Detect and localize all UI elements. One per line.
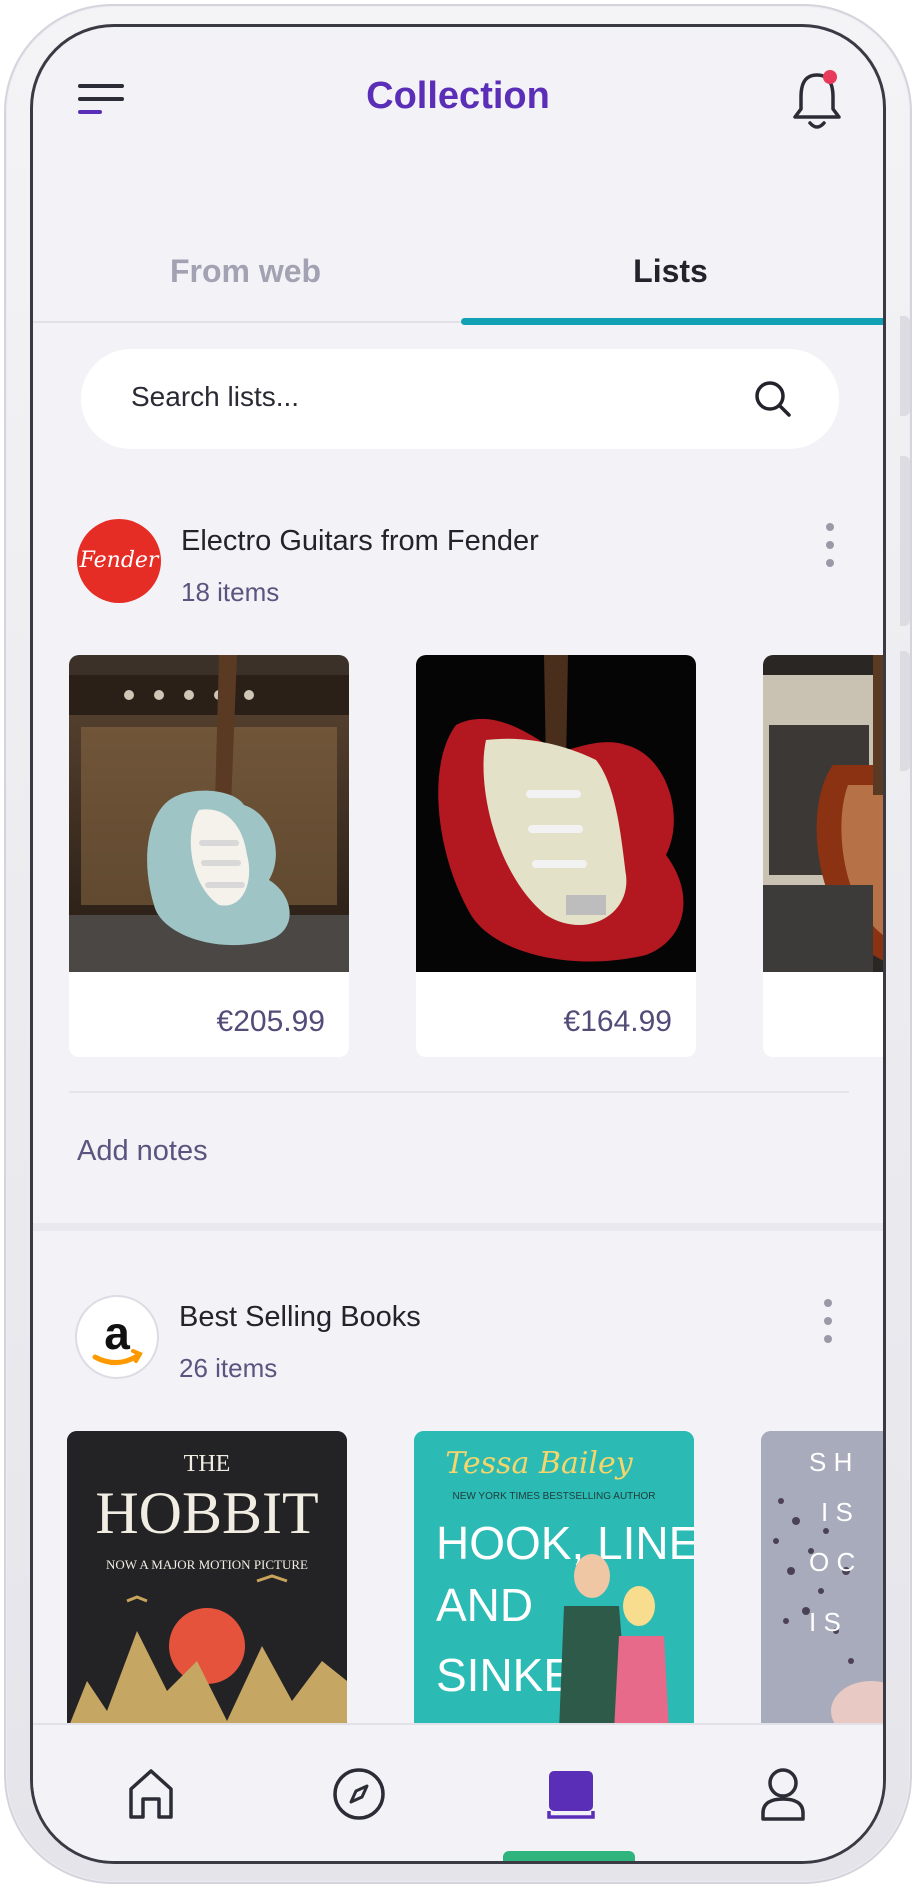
divider	[69, 1091, 849, 1093]
guitar-image	[416, 655, 696, 972]
book-card[interactable]: S H I S O C I S	[761, 1431, 883, 1731]
search-input[interactable]: Search lists...	[131, 381, 299, 413]
volume-up-button	[900, 316, 910, 416]
active-tab-indicator	[461, 318, 883, 325]
page-title: Collection	[366, 75, 550, 117]
guitar-image	[763, 655, 883, 972]
product-price: €205.99	[216, 1005, 325, 1038]
list-header-fender[interactable]: Fender Electro Guitars from Fender 18 it…	[33, 519, 883, 619]
book-card[interactable]: THE HOBBIT NOW A MAJOR MOTION PICTURE	[67, 1431, 347, 1731]
svg-text:HOOK, LINE,: HOOK, LINE,	[436, 1517, 694, 1569]
svg-text:HOBBIT: HOBBIT	[95, 1480, 318, 1546]
list-title[interactable]: Best Selling Books	[179, 1301, 421, 1334]
svg-text:THE: THE	[184, 1451, 231, 1477]
guitar-image	[69, 655, 349, 972]
more-options-icon[interactable]	[821, 1299, 835, 1345]
compass-icon[interactable]	[331, 1765, 387, 1823]
book-cover-image: THE HOBBIT NOW A MAJOR MOTION PICTURE	[67, 1431, 347, 1731]
product-card[interactable]: €164.99	[416, 655, 696, 1057]
svg-text:S H: S H	[809, 1447, 852, 1477]
book-cover-image: Tessa Bailey NEW YORK TIMES BESTSELLING …	[414, 1431, 694, 1731]
search-icon[interactable]	[753, 379, 793, 419]
app-header: Collection	[33, 27, 883, 167]
svg-text:I S: I S	[821, 1497, 853, 1527]
section-separator	[33, 1223, 883, 1231]
product-card[interactable]: €205.99	[69, 655, 349, 1057]
amazon-logo: a	[75, 1295, 159, 1379]
svg-text:a: a	[104, 1307, 130, 1359]
svg-text:AND: AND	[436, 1579, 533, 1631]
list-title[interactable]: Electro Guitars from Fender	[181, 525, 539, 558]
fender-logo: Fender	[77, 519, 161, 603]
book-cover-image: S H I S O C I S	[761, 1431, 883, 1731]
volume-down-button	[900, 456, 910, 626]
svg-text:O C: O C	[809, 1547, 855, 1577]
more-options-icon[interactable]	[823, 523, 837, 569]
app-screen: Collection From web Lists Search lists..…	[30, 24, 886, 1864]
product-card[interactable]	[763, 655, 883, 1057]
book-card[interactable]: Tessa Bailey NEW YORK TIMES BESTSELLING …	[414, 1431, 694, 1731]
list-header-books[interactable]: a Best Selling Books 26 items	[33, 1295, 883, 1395]
list-item-count: 18 items	[181, 577, 280, 607]
tab-from-web[interactable]: From web	[33, 253, 458, 290]
svg-text:Tessa Bailey: Tessa Bailey	[445, 1446, 634, 1481]
tab-bar: From web Lists	[33, 227, 883, 325]
svg-text:NEW YORK TIMES BESTSELLING AUT: NEW YORK TIMES BESTSELLING AUTHOR	[452, 1491, 655, 1502]
notification-bell-icon[interactable]	[789, 67, 845, 133]
svg-text:I S: I S	[809, 1607, 841, 1637]
user-icon[interactable]	[755, 1765, 811, 1823]
product-price: €164.99	[563, 1005, 672, 1038]
bottom-navigation	[33, 1723, 883, 1861]
tab-lists[interactable]: Lists	[458, 253, 883, 290]
home-icon[interactable]	[123, 1765, 179, 1823]
search-bar[interactable]: Search lists...	[81, 349, 839, 449]
add-notes-link[interactable]: Add notes	[77, 1135, 208, 1168]
svg-text:NOW A MAJOR MOTION PICTURE: NOW A MAJOR MOTION PICTURE	[106, 1557, 308, 1572]
book-icon[interactable]	[543, 1765, 599, 1823]
list-item-count: 26 items	[179, 1353, 278, 1383]
notification-dot	[823, 70, 837, 84]
power-button	[900, 651, 910, 771]
home-indicator	[503, 1851, 635, 1861]
